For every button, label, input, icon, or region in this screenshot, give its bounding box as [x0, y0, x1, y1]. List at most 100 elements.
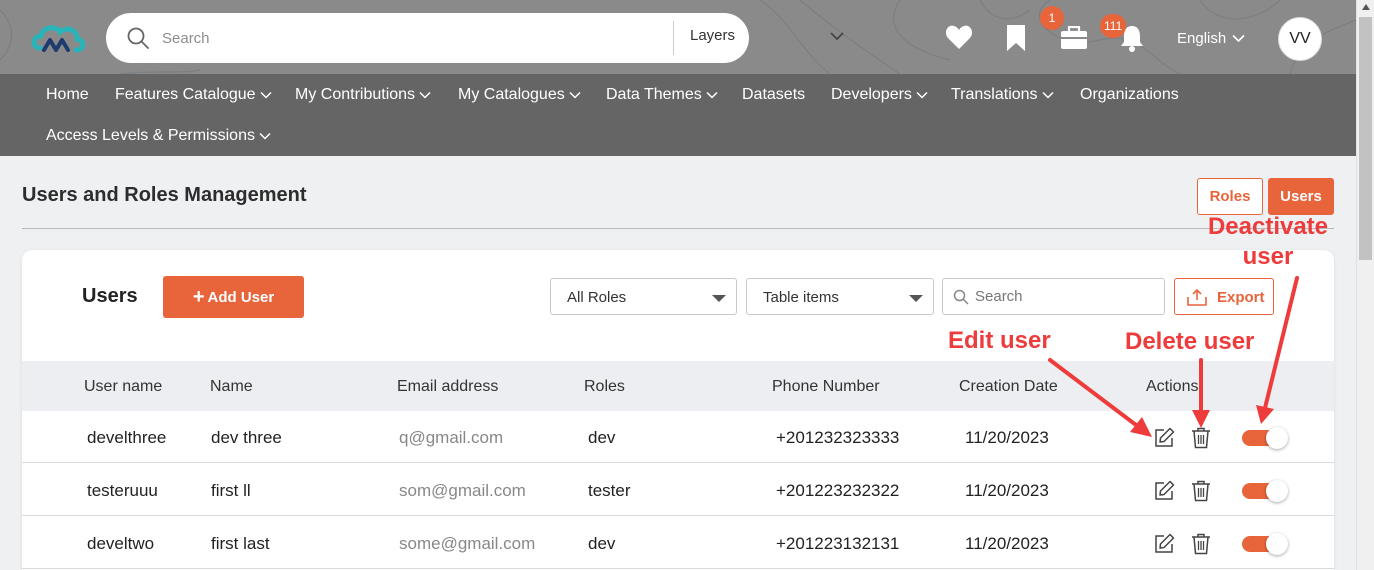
global-search-input[interactable] [162, 26, 642, 50]
cell-creation-date: 11/20/2023 [965, 481, 1049, 500]
bookmark-icon[interactable] [1005, 24, 1027, 52]
heart-icon[interactable] [945, 24, 973, 50]
page-scrollbar[interactable] [1356, 0, 1374, 570]
add-user-button[interactable]: + Add User [163, 276, 304, 318]
plus-icon: + [192, 286, 205, 308]
export-label: Export [1217, 289, 1265, 306]
column-header-phone[interactable]: Phone Number [772, 378, 880, 396]
column-header-username[interactable]: User name [84, 378, 162, 396]
cell-role: dev [588, 534, 616, 553]
cell-phone: +201232323333 [776, 428, 900, 447]
scroll-up-arrow-icon[interactable] [1362, 4, 1370, 10]
add-user-label: Add User [207, 289, 275, 306]
table-row: develthree dev three q@gmail.com dev +20… [22, 411, 1334, 463]
nav-item-organizations[interactable]: Organizations [1080, 86, 1179, 104]
cell-phone: +201223132131 [776, 534, 900, 553]
top-header: Layers 1 111 English VV [0, 0, 1356, 74]
search-icon[interactable] [126, 26, 150, 50]
chevron-down-icon [569, 91, 581, 99]
trash-icon[interactable] [1191, 533, 1211, 555]
active-toggle[interactable] [1242, 480, 1288, 502]
column-header-roles[interactable]: Roles [584, 378, 625, 396]
column-header-creation-date[interactable]: Creation Date [959, 378, 1058, 396]
search-icon [953, 289, 969, 305]
cell-name: first ll [211, 481, 251, 500]
active-toggle[interactable] [1242, 427, 1288, 449]
chevron-down-icon [916, 91, 928, 99]
toggle-knob [1266, 533, 1288, 555]
cell-username: develthree [87, 428, 167, 447]
edit-icon[interactable] [1153, 480, 1175, 502]
nav-label: My Contributions [295, 86, 416, 103]
roles-filter-value: All Roles [567, 289, 627, 306]
users-tab-button[interactable]: Users [1268, 178, 1334, 215]
edit-icon[interactable] [1153, 427, 1175, 449]
briefcase-icon[interactable] [1060, 26, 1088, 50]
page-title: Users and Roles Management [22, 184, 307, 206]
cloud-logo-icon[interactable] [30, 20, 86, 56]
cell-email: q@gmail.com [399, 428, 504, 447]
trash-icon[interactable] [1191, 427, 1211, 449]
table-row: develtwo first last some@gmail.com dev +… [22, 517, 1334, 569]
column-header-name[interactable]: Name [210, 378, 253, 396]
table-items-dropdown[interactable]: Table items [746, 278, 934, 315]
notifications-badge: 111 [1100, 14, 1127, 38]
annotation-delete-user: Delete user [1125, 328, 1255, 355]
nav-item-my-catalogues[interactable]: My Catalogues [458, 86, 581, 104]
cell-role: dev [588, 428, 616, 447]
active-toggle[interactable] [1242, 533, 1288, 555]
nav-item-features-catalogue[interactable]: Features Catalogue [115, 86, 272, 104]
nav-item-my-contributions[interactable]: My Contributions [295, 86, 431, 104]
chevron-down-icon [706, 91, 718, 99]
cell-email: some@gmail.com [399, 534, 536, 553]
table-items-value: Table items [763, 289, 839, 306]
dropdown-caret-icon [909, 295, 923, 302]
column-header-email[interactable]: Email address [397, 378, 498, 396]
nav-item-access-levels[interactable]: Access Levels & Permissions [46, 127, 271, 145]
export-button[interactable]: Export [1174, 278, 1274, 315]
cell-creation-date: 11/20/2023 [965, 428, 1049, 447]
briefcase-badge: 1 [1040, 6, 1064, 30]
nav-item-developers[interactable]: Developers [831, 86, 928, 104]
chevron-down-icon[interactable] [830, 31, 844, 41]
global-search-bar: Layers [106, 13, 844, 63]
nav-label: Home [46, 86, 89, 103]
toggle-knob [1266, 480, 1288, 502]
column-header-actions: Actions [1146, 378, 1199, 395]
chevron-down-icon[interactable] [1232, 34, 1245, 43]
annotation-deactivate-user: Deactivate user [1198, 212, 1338, 272]
table-search-box [942, 278, 1165, 315]
nav-item-datasets[interactable]: Datasets [742, 86, 805, 104]
cell-email: som@gmail.com [399, 481, 526, 500]
export-icon [1187, 288, 1207, 306]
avatar[interactable]: VV [1278, 17, 1322, 61]
nav-label: Developers [831, 86, 912, 103]
table-header: User name Name Email address Roles Phone… [22, 361, 1334, 411]
chevron-down-icon [419, 91, 431, 99]
chevron-down-icon [259, 132, 271, 140]
edit-icon[interactable] [1153, 533, 1175, 555]
main-nav: Home Features Catalogue My Contributions… [0, 74, 1356, 156]
layer-select[interactable]: Layers [690, 27, 735, 44]
cell-phone: +201223232322 [776, 481, 900, 500]
nav-label: Organizations [1080, 86, 1179, 103]
cell-username: testeruuu [87, 481, 158, 500]
nav-item-home[interactable]: Home [46, 86, 89, 104]
roles-tab-button[interactable]: Roles [1197, 178, 1263, 215]
search-divider [673, 21, 674, 55]
cell-creation-date: 11/20/2023 [965, 534, 1049, 553]
nav-item-translations[interactable]: Translations [951, 86, 1054, 104]
scroll-thumb[interactable] [1359, 17, 1372, 260]
cell-name: first last [211, 534, 270, 553]
trash-icon[interactable] [1191, 480, 1211, 502]
language-selector[interactable]: English [1177, 30, 1226, 47]
nav-label: My Catalogues [458, 86, 565, 103]
chevron-down-icon [260, 91, 272, 99]
roles-filter-dropdown[interactable]: All Roles [550, 278, 737, 315]
cell-name: dev three [211, 428, 282, 447]
cell-role: tester [588, 481, 631, 500]
nav-item-data-themes[interactable]: Data Themes [606, 86, 718, 104]
annotation-edit-user: Edit user [948, 327, 1051, 354]
dropdown-caret-icon [712, 295, 726, 302]
table-search-input[interactable] [975, 288, 1155, 305]
